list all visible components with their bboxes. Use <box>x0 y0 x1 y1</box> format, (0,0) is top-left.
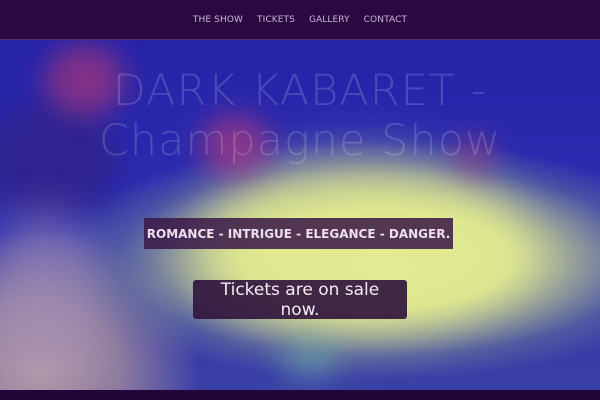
hero-title-line1: DARK KABARET - <box>112 66 488 116</box>
tickets-cta-button[interactable]: Tickets are on sale now. <box>193 280 407 320</box>
hero-title-line2: Champagne Show <box>98 116 502 166</box>
nav-link-tickets[interactable]: TICKETS <box>257 15 295 25</box>
hero-background-shape <box>0 210 100 380</box>
top-navigation: THE SHOW TICKETS GALLERY CONTACT <box>0 0 600 40</box>
hero-title: DARK KABARET - Champagne Show <box>0 66 600 166</box>
nav-link-contact[interactable]: CONTACT <box>364 15 407 25</box>
nav-link-gallery[interactable]: GALLERY <box>309 15 350 25</box>
nav-link-the-show[interactable]: THE SHOW <box>193 15 243 25</box>
footer-strip <box>0 390 600 400</box>
hero-background-shape <box>280 340 340 380</box>
tagline-banner: ROMANCE - INTRIGUE - ELEGANCE - DANGER. <box>144 218 453 249</box>
